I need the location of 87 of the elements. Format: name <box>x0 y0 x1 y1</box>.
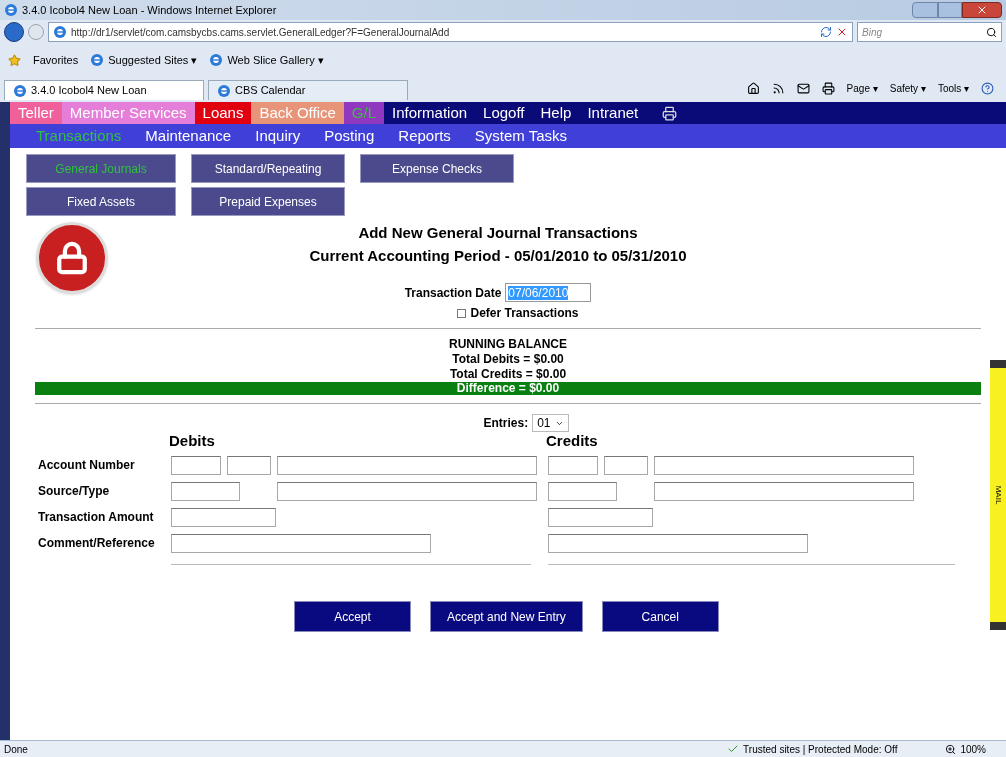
browser-tab[interactable]: CBS Calendar <box>208 80 408 100</box>
browser-logo-icon <box>13 83 27 98</box>
credits-heading: Credits <box>546 430 598 451</box>
status-text: Done <box>4 742 28 757</box>
input-field[interactable] <box>548 534 808 553</box>
lock-icon <box>36 222 108 294</box>
zoom-icon[interactable] <box>945 743 957 755</box>
input-field[interactable] <box>654 482 914 501</box>
toolbar-menu[interactable]: Page ▾ <box>846 81 878 96</box>
accounting-period: Current Accounting Period - 05/01/2010 to 05/31/2010 <box>309 245 687 266</box>
section-button[interactable]: Expense Checks <box>360 154 514 183</box>
close-button[interactable] <box>962 2 1002 18</box>
form-button[interactable]: Accept <box>294 601 411 632</box>
section-button[interactable]: Prepaid Expenses <box>191 187 345 216</box>
printer-icon[interactable] <box>662 105 678 121</box>
input-field[interactable] <box>548 508 653 527</box>
form-title: Add New General Journal Transactions <box>358 223 638 243</box>
browser-logo-icon <box>4 3 18 17</box>
search-icon <box>986 26 997 38</box>
input-field[interactable] <box>548 456 598 475</box>
input-field[interactable] <box>277 456 537 475</box>
feed-icon[interactable] <box>771 82 785 95</box>
entries-label: Entries: <box>483 415 529 432</box>
browser-logo-icon <box>209 53 224 67</box>
favorites-link[interactable]: Suggested Sites ▾ <box>90 51 198 69</box>
input-field[interactable] <box>277 482 537 501</box>
main-nav-tab[interactable]: Logoff <box>475 102 533 124</box>
help-icon[interactable] <box>981 82 994 95</box>
input-field[interactable] <box>171 456 221 475</box>
close-icon <box>976 4 988 16</box>
back-button[interactable] <box>4 22 24 42</box>
balance-heading: RUNNING BALANCE <box>449 337 567 352</box>
zoom-level[interactable]: 100% <box>960 741 986 757</box>
toolbar-menu[interactable]: Safety ▾ <box>889 81 926 96</box>
security-zone: Trusted sites | Protected Mode: Off <box>743 742 898 757</box>
form-button[interactable]: Cancel <box>601 601 719 632</box>
check-icon <box>727 743 740 755</box>
browser-logo-icon <box>217 83 231 98</box>
main-nav-tab[interactable]: Help <box>532 102 580 124</box>
input-field[interactable] <box>227 456 271 475</box>
address-field[interactable]: http://dr1/servlet/com.camsbycbs.cams.servlet.GeneralLedger?F=GeneralJournalAdd <box>48 22 853 42</box>
print-icon[interactable] <box>821 82 835 95</box>
form-button[interactable]: Accept and New Entry <box>430 601 583 632</box>
input-field[interactable] <box>171 534 431 553</box>
debits-heading: Debits <box>169 430 216 451</box>
sub-nav-tab[interactable]: Maintenance <box>145 124 232 148</box>
browser-tab[interactable]: 3.4.0 Icobol4 New Loan <box>4 80 204 100</box>
total-debits: Total Debits = $0.00 <box>452 352 564 367</box>
toolbar-menu[interactable]: Tools ▾ <box>937 81 969 96</box>
input-field[interactable] <box>604 456 648 475</box>
favorites-button[interactable]: Favorites <box>33 51 79 69</box>
favorites-link[interactable]: Web Slice Gallery ▾ <box>209 51 324 69</box>
input-field[interactable] <box>171 508 276 527</box>
defer-checkbox[interactable] <box>457 308 467 318</box>
url-text: http://dr1/servlet/com.camsbycbs.cams.servlet.GeneralLedger?F=GeneralJournalAdd <box>71 25 450 40</box>
section-button[interactable]: Standard/Repeating <box>191 154 345 183</box>
field-label: Transaction Amount <box>38 509 155 526</box>
field-label: Account Number <box>38 457 136 474</box>
sub-nav-tab[interactable]: Inquiry <box>255 124 301 148</box>
browser-logo-icon <box>53 25 67 39</box>
section-button[interactable]: Fixed Assets <box>26 187 176 216</box>
search-field[interactable]: Bing <box>857 22 1002 42</box>
main-nav-tab[interactable]: Intranet <box>579 102 647 124</box>
mail-icon[interactable] <box>796 82 810 95</box>
main-nav-tab[interactable]: Loans <box>194 102 252 124</box>
star-icon <box>8 53 21 67</box>
field-label: Comment/Reference <box>38 535 156 552</box>
home-icon[interactable] <box>746 82 760 95</box>
total-credits: Total Credits = $0.00 <box>449 367 567 382</box>
main-nav-tab[interactable]: Information <box>384 102 476 124</box>
input-field[interactable] <box>654 456 914 475</box>
input-field[interactable] <box>171 482 240 501</box>
field-label: Source/Type <box>38 483 111 500</box>
sub-nav-tab[interactable]: Posting <box>324 124 375 148</box>
entries-dropdown[interactable]: 01 <box>532 414 569 432</box>
sub-nav-tab[interactable]: System Tasks <box>474 124 568 148</box>
browser-logo-icon <box>90 53 105 67</box>
sub-nav-tab[interactable]: Reports <box>398 124 451 148</box>
input-field[interactable] <box>548 482 617 501</box>
difference-bar: Difference = $0.00 <box>35 382 981 395</box>
stop-icon[interactable] <box>836 26 848 38</box>
refresh-icon[interactable] <box>820 26 832 38</box>
date-label: Transaction Date <box>404 284 502 302</box>
window-title: 3.4.0 Icobol4 New Loan - Windows Internet Explorer <box>22 2 277 18</box>
mail-side-tab[interactable]: MAIL <box>990 360 1006 630</box>
search-placeholder: Bing <box>862 25 882 40</box>
defer-label: Defer Transactions <box>470 305 579 322</box>
